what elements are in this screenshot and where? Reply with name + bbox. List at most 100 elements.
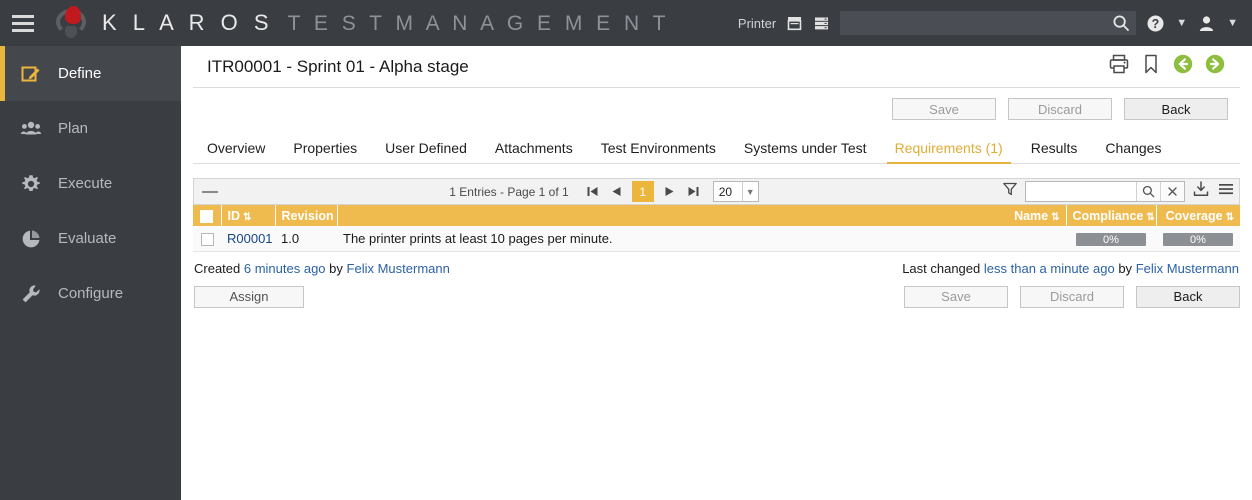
created-by-word: by <box>329 260 343 276</box>
last-page-icon[interactable] <box>685 183 702 200</box>
filter-clear-x-icon[interactable] <box>1160 182 1184 201</box>
brand-wordmark: K L A R O S T E S T M A N A G E M E N T <box>102 10 669 36</box>
list-menu-icon[interactable] <box>1217 180 1235 203</box>
current-page-number[interactable]: 1 <box>631 181 654 202</box>
help-circle-icon[interactable]: ? <box>1146 14 1165 33</box>
compliance-progress-bar: 0% <box>1076 233 1146 246</box>
help-chevron-down-icon[interactable]: ▼ <box>1176 17 1187 29</box>
cell-revision: 1.0 <box>275 226 337 252</box>
column-header-revision[interactable]: Revision <box>275 205 338 226</box>
sidebar-item-label: Execute <box>58 175 113 192</box>
assign-button[interactable]: Assign <box>194 285 304 308</box>
table-row[interactable]: R00001 1.0 The printer prints at least 1… <box>193 226 1240 252</box>
filter-search-icon[interactable] <box>1136 182 1160 201</box>
tab-attachments[interactable]: Attachments <box>481 140 587 163</box>
print-icon[interactable] <box>1108 53 1130 80</box>
cell-coverage: 0% <box>1156 226 1240 252</box>
page-title-actions <box>1108 53 1226 80</box>
back-button-top[interactable]: Back <box>1124 98 1228 120</box>
grid-filter-input[interactable] <box>1026 182 1136 201</box>
hamburger-menu-icon[interactable] <box>0 0 46 46</box>
next-page-icon[interactable] <box>661 183 678 200</box>
top-action-buttons: Save Discard Back <box>181 88 1240 120</box>
user-icon[interactable] <box>1197 14 1216 33</box>
users-group-icon <box>18 118 44 140</box>
tab-properties[interactable]: Properties <box>279 140 371 163</box>
changed-time[interactable]: less than a minute ago <box>984 261 1115 276</box>
top-header-bar: K L A R O S T E S T M A N A G E M E N T … <box>0 0 1252 46</box>
search-icon[interactable] <box>1112 14 1130 37</box>
created-user[interactable]: Felix Mustermann <box>347 261 450 276</box>
column-header-select-all[interactable] <box>193 205 222 226</box>
back-button-bottom[interactable]: Back <box>1136 285 1240 308</box>
collapse-minus-icon[interactable] <box>202 190 218 193</box>
printer-device-icon[interactable] <box>786 15 803 32</box>
cell-name: The printer prints at least 10 pages per… <box>337 226 1066 252</box>
bookmark-icon[interactable] <box>1140 53 1162 80</box>
forward-arrow-circle-icon[interactable] <box>1204 53 1226 80</box>
select-all-checkbox[interactable] <box>200 209 214 223</box>
user-chevron-down-icon[interactable]: ▼ <box>1227 17 1238 29</box>
export-download-icon[interactable] <box>1192 180 1210 203</box>
global-search-input[interactable] <box>840 11 1137 35</box>
sort-icon[interactable]: ⇅ <box>243 212 251 223</box>
row-select-cell[interactable] <box>193 226 221 252</box>
sidebar-item-plan[interactable]: Plan <box>0 101 181 156</box>
coverage-progress-bar: 0% <box>1163 233 1233 246</box>
tab-results[interactable]: Results <box>1017 140 1092 163</box>
server-rack-icon[interactable] <box>813 15 830 32</box>
column-header-id[interactable]: ID ⇅ <box>221 205 276 226</box>
save-button-top[interactable]: Save <box>892 98 996 120</box>
created-prefix: Created <box>194 260 241 276</box>
requirements-table: ID ⇅ Revision Name ⇅ Compliance ⇅ Coverage ⇅ <box>193 205 1240 252</box>
changed-prefix: Last changed <box>902 260 981 276</box>
cell-id[interactable]: R00001 <box>221 226 275 252</box>
created-time[interactable]: 6 minutes ago <box>244 261 326 276</box>
requirements-grid: 1 Entries - Page 1 of 1 1 20 ▼ ID ⇅ Revi… <box>193 178 1240 252</box>
back-arrow-circle-icon[interactable] <box>1172 53 1194 80</box>
sidebar-item-configure[interactable]: Configure <box>0 266 181 321</box>
grid-toolbar: 1 Entries - Page 1 of 1 1 20 ▼ <box>193 178 1240 205</box>
grid-filter-field[interactable] <box>1025 181 1185 202</box>
sidebar-item-execute[interactable]: Execute <box>0 156 181 211</box>
global-search-field[interactable] <box>840 11 1137 37</box>
discard-button-bottom[interactable]: Discard <box>1020 285 1124 308</box>
tab-user-defined[interactable]: User Defined <box>371 140 481 163</box>
sort-icon[interactable]: ⇅ <box>1146 212 1154 223</box>
column-header-coverage[interactable]: Coverage ⇅ <box>1156 205 1240 226</box>
gear-icon <box>18 173 44 195</box>
sidebar-item-define[interactable]: Define <box>0 46 181 101</box>
wrench-icon <box>18 283 44 305</box>
sort-icon[interactable]: ⇅ <box>1051 212 1059 223</box>
row-checkbox[interactable] <box>200 232 214 246</box>
sidebar-item-label: Plan <box>58 120 89 137</box>
header-tools: Printer ? ▼ ▼ <box>738 0 1252 46</box>
page-title: ITR00001 - Sprint 01 - Alpha stage <box>207 56 469 76</box>
first-page-icon[interactable] <box>584 183 601 200</box>
save-button-bottom[interactable]: Save <box>904 285 1008 308</box>
prev-page-icon[interactable] <box>608 183 625 200</box>
tab-systems-under-test[interactable]: Systems under Test <box>730 140 881 163</box>
filter-funnel-icon[interactable] <box>1002 181 1018 202</box>
sidebar-item-evaluate[interactable]: Evaluate <box>0 211 181 266</box>
page-size-select[interactable]: 20 ▼ <box>712 181 759 202</box>
main-content-panel: ITR00001 - Sprint 01 - Alpha stage Save … <box>181 46 1252 500</box>
page-title-row: ITR00001 - Sprint 01 - Alpha stage <box>193 46 1240 88</box>
tab-overview[interactable]: Overview <box>193 140 279 163</box>
discard-button-top[interactable]: Discard <box>1008 98 1112 120</box>
changed-user[interactable]: Felix Mustermann <box>1136 261 1239 276</box>
tab-requirements[interactable]: Requirements (1) <box>881 140 1017 164</box>
brand-secondary: T E S T M A N A G E M E N T <box>287 12 670 35</box>
bottom-right-buttons: Save Discard Back <box>904 285 1240 308</box>
grid-filter-tools <box>990 180 1235 203</box>
column-header-name[interactable]: Name ⇅ <box>337 205 1067 226</box>
page-size-value: 20 <box>718 184 733 199</box>
tab-test-environments[interactable]: Test Environments <box>587 140 730 163</box>
sort-icon[interactable]: ⇅ <box>1226 212 1234 223</box>
klaros-logo-icon <box>48 0 94 46</box>
column-header-compliance[interactable]: Compliance ⇅ <box>1066 205 1157 226</box>
chevron-down-icon[interactable]: ▼ <box>741 182 758 201</box>
tab-changes[interactable]: Changes <box>1091 140 1175 163</box>
table-header-row: ID ⇅ Revision Name ⇅ Compliance ⇅ Coverage ⇅ <box>193 205 1240 226</box>
pagination-controls: 1 Entries - Page 1 of 1 1 20 ▼ <box>449 181 759 202</box>
